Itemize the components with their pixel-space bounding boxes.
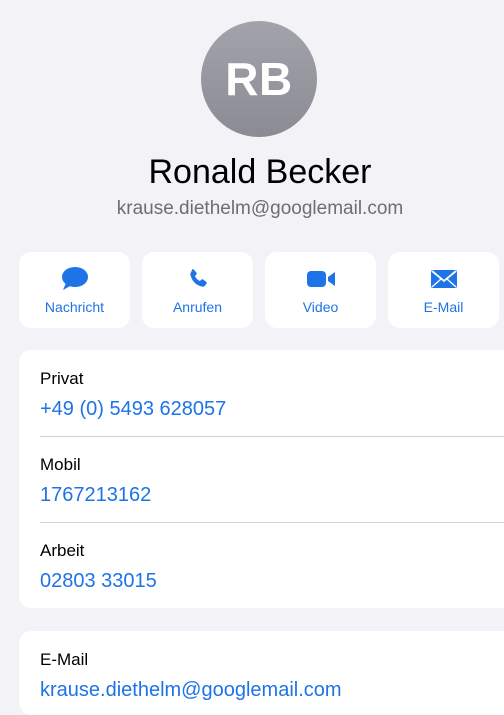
- email-button-label: E-Mail: [423, 299, 464, 315]
- contact-subtitle: krause.diethelm@googlemail.com: [116, 198, 404, 219]
- video-camera-icon: [305, 266, 337, 292]
- phone-label-work: Arbeit: [40, 541, 85, 560]
- phone-value-work[interactable]: 02803 33015: [40, 568, 157, 594]
- phone-label-mobile: Mobil: [40, 455, 81, 474]
- message-bubble-icon: [59, 266, 91, 292]
- message-button-label: Nachricht: [44, 299, 105, 315]
- video-button[interactable]: Video: [265, 252, 376, 328]
- avatar-initials: RB: [225, 53, 293, 105]
- phone-value-private[interactable]: +49 (0) 5493 628057: [40, 396, 226, 422]
- phone-icon: [182, 266, 214, 292]
- contact-name: Ronald Becker: [148, 153, 372, 191]
- phone-value-mobile[interactable]: 1767213162: [40, 482, 151, 508]
- email-card: E-Mail krause.diethelm@googlemail.com: [19, 631, 504, 715]
- phone-label-private: Privat: [40, 369, 84, 388]
- video-button-label: Video: [302, 299, 339, 315]
- message-button[interactable]: Nachricht: [19, 252, 130, 328]
- email-row[interactable]: E-Mail krause.diethelm@googlemail.com: [19, 631, 504, 715]
- email-label: E-Mail: [40, 650, 89, 669]
- phone-numbers-card: Privat +49 (0) 5493 628057 Mobil 1767213…: [19, 350, 504, 608]
- email-button[interactable]: E-Mail: [388, 252, 499, 328]
- avatar[interactable]: RB: [201, 21, 317, 137]
- phone-row-mobile[interactable]: Mobil 1767213162: [19, 436, 504, 522]
- phone-row-private[interactable]: Privat +49 (0) 5493 628057: [19, 350, 504, 436]
- quick-actions-bar: Nachricht Anrufen Video E-Mail: [19, 252, 504, 328]
- email-value[interactable]: krause.diethelm@googlemail.com: [40, 677, 342, 703]
- call-button-label: Anrufen: [172, 299, 223, 315]
- phone-row-work[interactable]: Arbeit 02803 33015: [19, 522, 504, 608]
- envelope-icon: [428, 266, 460, 292]
- call-button[interactable]: Anrufen: [142, 252, 253, 328]
- contact-detail-screen: RB Ronald Becker krause.diethelm@googlem…: [0, 0, 504, 715]
